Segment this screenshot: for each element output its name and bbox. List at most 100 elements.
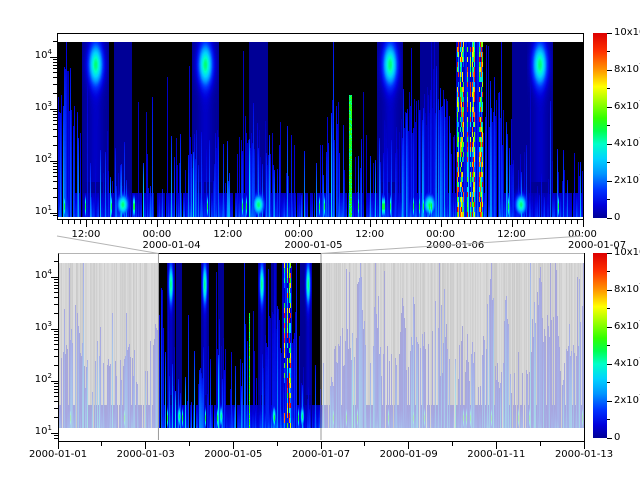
x-tick-time: 00:00 bbox=[142, 229, 212, 240]
x-tick-minor bbox=[68, 220, 69, 224]
x-tick-label: 2000-01-13 bbox=[554, 449, 614, 460]
x-tick-minor bbox=[458, 220, 459, 224]
x-tick-major bbox=[583, 220, 584, 227]
colorbar-tick-label: 2x107 bbox=[614, 395, 640, 407]
y-tick-minor bbox=[54, 349, 58, 350]
x-tick-label: 00:002000-01-04 bbox=[142, 229, 212, 251]
x-tick-major bbox=[441, 220, 442, 227]
x-tick-minor bbox=[364, 442, 365, 446]
y-tick-label: 103 bbox=[18, 322, 52, 334]
colorbar-tick-minor bbox=[607, 271, 610, 272]
x-tick-label: 00:002000-01-05 bbox=[284, 229, 354, 251]
y-tick-label: 101 bbox=[18, 206, 52, 218]
x-tick-minor bbox=[571, 220, 572, 224]
x-tick-major bbox=[584, 442, 585, 449]
x-tick-minor bbox=[540, 442, 541, 446]
y-tick-exponent: 3 bbox=[48, 100, 52, 108]
detail-colorbar[interactable] bbox=[593, 33, 607, 218]
x-tick-minor bbox=[92, 220, 93, 224]
x-tick-minor bbox=[169, 220, 170, 224]
x-tick-minor bbox=[482, 220, 483, 224]
x-tick-time: 12:00 bbox=[497, 229, 567, 240]
x-tick-minor bbox=[387, 220, 388, 224]
y-tick-exponent: 2 bbox=[48, 152, 52, 160]
x-tick-minor bbox=[352, 220, 353, 224]
x-tick-minor bbox=[535, 220, 536, 224]
colorbar-tick-label: 6x107 bbox=[614, 321, 640, 333]
x-tick-minor bbox=[429, 220, 430, 224]
x-tick-minor bbox=[277, 442, 278, 446]
y-tick-exponent: 3 bbox=[48, 320, 52, 328]
x-tick-minor bbox=[139, 220, 140, 224]
colorbar-tick-minor bbox=[607, 419, 610, 420]
x-tick-minor bbox=[240, 220, 241, 224]
x-tick-minor bbox=[151, 220, 152, 224]
colorbar-tick-label: 4x107 bbox=[614, 138, 640, 150]
y-tick-minor bbox=[53, 188, 57, 189]
y-tick-minor bbox=[53, 169, 57, 170]
x-tick-minor bbox=[494, 220, 495, 224]
x-tick-major bbox=[58, 442, 59, 449]
x-tick-date: 2000-01-05 bbox=[284, 240, 354, 251]
colorbar-tick bbox=[607, 144, 612, 145]
colorbar-label-mantissa: 8x10 bbox=[614, 284, 639, 295]
x-tick-minor bbox=[435, 220, 436, 224]
y-tick-base: 10 bbox=[35, 206, 48, 217]
x-tick-major bbox=[321, 442, 322, 449]
y-tick-label: 101 bbox=[18, 426, 52, 438]
y-tick-base: 10 bbox=[35, 154, 48, 165]
x-tick-label: 2000-01-09 bbox=[379, 449, 439, 460]
y-tick-major bbox=[51, 277, 58, 278]
y-tick-minor bbox=[54, 313, 58, 314]
x-tick-minor bbox=[417, 220, 418, 224]
x-tick-minor bbox=[189, 442, 190, 446]
colorbar-label-mantissa: 6x10 bbox=[614, 321, 639, 332]
y-tick-minor bbox=[54, 386, 58, 387]
x-tick-minor bbox=[104, 220, 105, 224]
x-tick-minor bbox=[252, 220, 253, 224]
context-plot-frame bbox=[58, 253, 585, 442]
x-tick-label: 12:00 bbox=[497, 229, 567, 240]
context-colorbar[interactable] bbox=[593, 253, 607, 438]
y-tick-minor bbox=[53, 166, 57, 167]
colorbar-tick bbox=[607, 401, 612, 402]
x-tick-major bbox=[157, 220, 158, 227]
x-tick-major bbox=[228, 220, 229, 227]
x-tick-label: 00:002000-01-06 bbox=[426, 229, 496, 251]
x-tick-minor bbox=[411, 220, 412, 224]
colorbar-tick-label: 0 bbox=[614, 212, 640, 223]
y-tick-minor bbox=[54, 337, 58, 338]
y-tick-minor bbox=[53, 65, 57, 66]
y-tick-minor bbox=[53, 176, 57, 177]
colorbar-tick bbox=[607, 290, 612, 291]
x-tick-major bbox=[145, 442, 146, 449]
y-tick-minor bbox=[54, 401, 58, 402]
x-tick-minor bbox=[547, 220, 548, 224]
y-tick-minor bbox=[54, 344, 58, 345]
y-tick-minor bbox=[53, 59, 57, 60]
x-tick-minor bbox=[192, 220, 193, 224]
x-tick-minor bbox=[565, 220, 566, 224]
x-tick-minor bbox=[305, 220, 306, 224]
y-tick-minor bbox=[53, 62, 57, 63]
colorbar-tick bbox=[607, 253, 612, 254]
y-tick-minor bbox=[54, 261, 58, 262]
y-tick-minor bbox=[54, 392, 58, 393]
colorbar-tick bbox=[607, 33, 612, 34]
x-tick-minor bbox=[163, 220, 164, 224]
x-tick-minor bbox=[175, 220, 176, 224]
x-tick-minor bbox=[399, 220, 400, 224]
colorbar-tick bbox=[607, 181, 612, 182]
x-tick-minor bbox=[346, 220, 347, 224]
x-tick-minor bbox=[376, 220, 377, 224]
x-tick-minor bbox=[281, 220, 282, 224]
x-tick-minor bbox=[559, 220, 560, 224]
y-tick-minor bbox=[53, 145, 57, 146]
y-tick-minor bbox=[53, 114, 57, 115]
colorbar-label-mantissa: 8x10 bbox=[614, 64, 639, 75]
detail-plot-frame bbox=[57, 33, 584, 220]
y-tick-exponent: 2 bbox=[48, 372, 52, 380]
colorbar-tick-label: 10x107 bbox=[614, 27, 640, 39]
y-tick-minor bbox=[54, 389, 58, 390]
x-tick-minor bbox=[110, 220, 111, 224]
